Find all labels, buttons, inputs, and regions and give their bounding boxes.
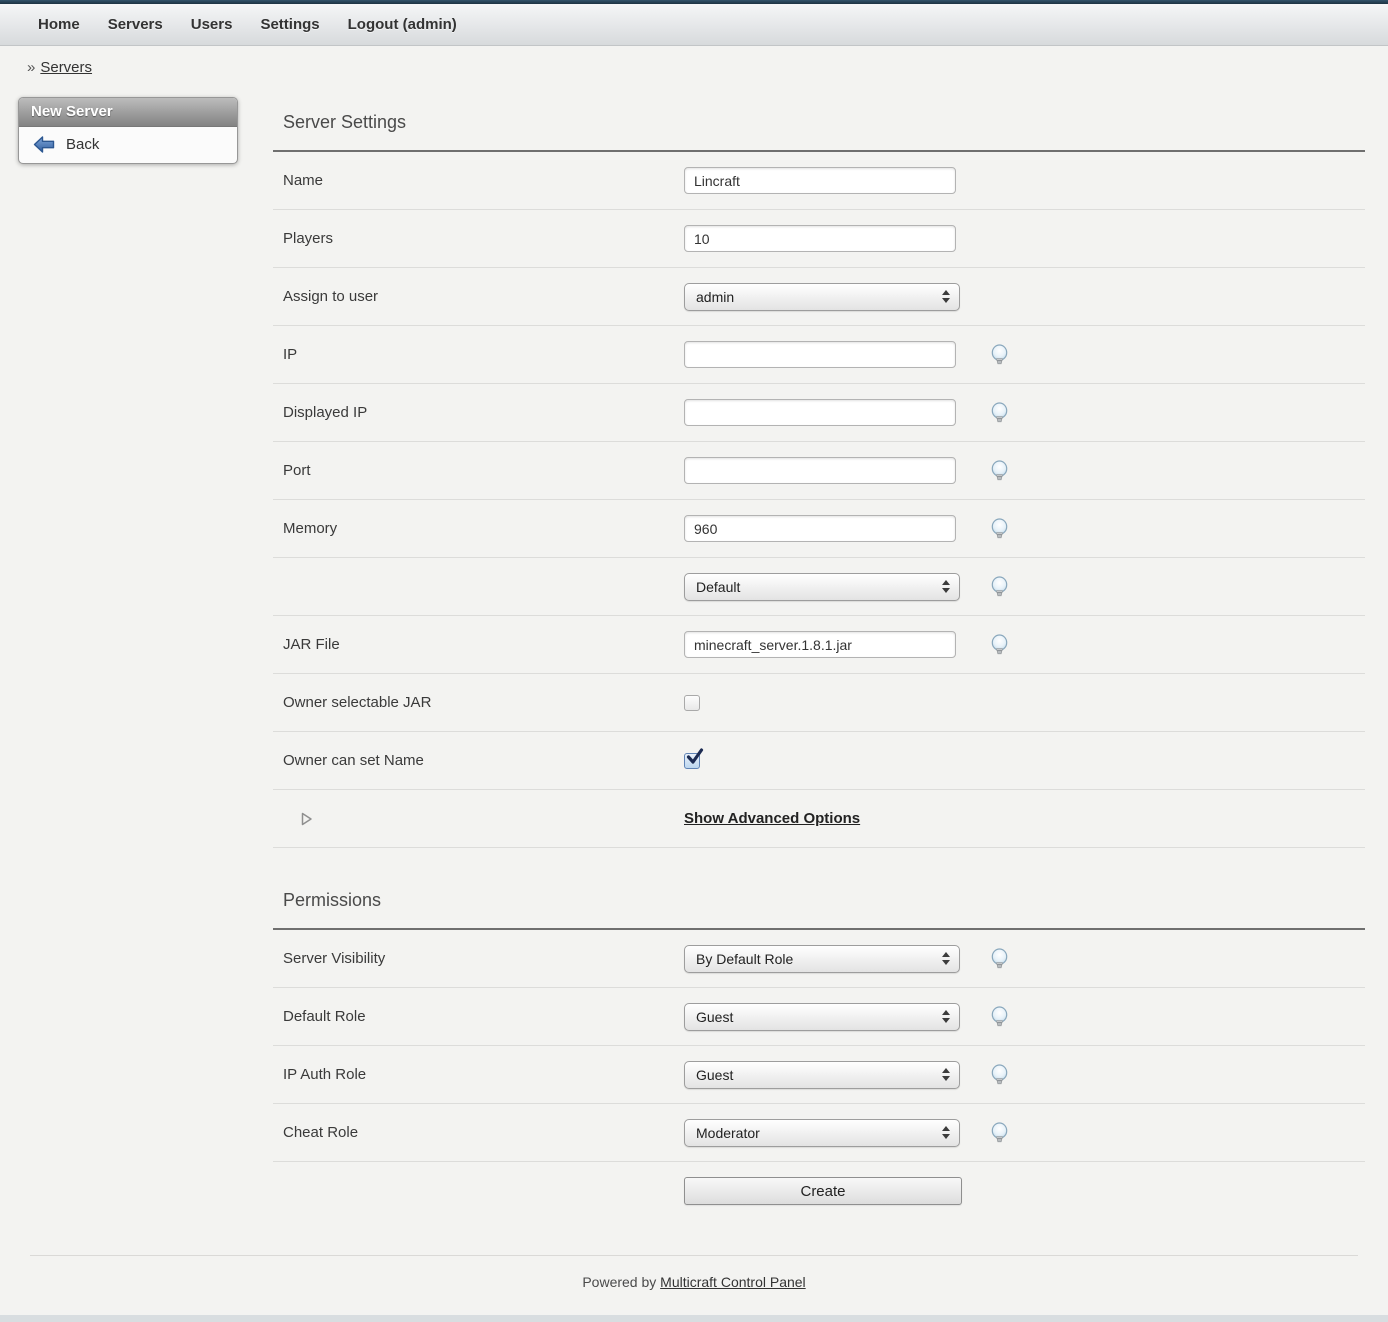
ip-auth-role-value: Guest [696, 1067, 733, 1083]
server-settings-heading: Server Settings [273, 106, 1365, 152]
row-ip-auth-role: IP Auth Role Guest [273, 1046, 1365, 1104]
row-cheat-role: Cheat Role Moderator [273, 1104, 1365, 1162]
server-settings-form: Server Settings Name Players Assign to u… [273, 106, 1365, 1220]
nav-item-home[interactable]: Home [24, 16, 94, 33]
row-owner-can-set-name: Owner can set Name [273, 732, 1365, 790]
nav-item-users[interactable]: Users [177, 16, 247, 33]
jar-file-tip-lightbulb-icon[interactable] [989, 634, 1010, 656]
server-visibility-label: Server Visibility [273, 950, 684, 967]
memory-tip-lightbulb-icon[interactable] [989, 518, 1010, 540]
back-label: Back [66, 136, 99, 153]
displayed-ip-tip-lightbulb-icon[interactable] [989, 402, 1010, 424]
ip-tip-lightbulb-icon[interactable] [989, 344, 1010, 366]
name-label: Name [273, 172, 684, 189]
up-down-stepper-icon [942, 1010, 950, 1023]
memory-label: Memory [273, 520, 684, 537]
row-name: Name [273, 152, 1365, 210]
nav-item-settings[interactable]: Settings [246, 16, 333, 33]
players-label: Players [273, 230, 684, 247]
default-role-tip-lightbulb-icon[interactable] [989, 1006, 1010, 1028]
footer: Powered by Multicraft Control Panel [0, 1274, 1388, 1290]
show-advanced-options-link[interactable]: Show Advanced Options [684, 810, 860, 827]
assign-to-user-value: admin [696, 289, 734, 305]
server-visibility-tip-lightbulb-icon[interactable] [989, 948, 1010, 970]
permissions-heading: Permissions [273, 884, 1365, 930]
owner-selectable-jar-label: Owner selectable JAR [273, 694, 684, 711]
row-jar-file: JAR File [273, 616, 1365, 674]
row-displayed-ip: Displayed IP [273, 384, 1365, 442]
jar-file-label: JAR File [273, 636, 684, 653]
breadcrumb-link-servers[interactable]: Servers [40, 59, 92, 76]
row-memory: Memory [273, 500, 1365, 558]
default-role-value: Guest [696, 1009, 733, 1025]
up-down-stepper-icon [942, 952, 950, 965]
row-server-visibility: Server Visibility By Default Role [273, 930, 1365, 988]
row-jar-preset: Default [273, 558, 1365, 616]
nav-item-logout[interactable]: Logout (admin) [334, 16, 471, 33]
up-down-stepper-icon [942, 1068, 950, 1081]
default-role-select[interactable]: Guest [684, 1003, 960, 1031]
triangle-right-icon[interactable] [301, 812, 684, 826]
ip-input[interactable] [684, 341, 956, 368]
ip-auth-role-tip-lightbulb-icon[interactable] [989, 1064, 1010, 1086]
back-button[interactable]: Back [29, 136, 227, 153]
up-down-stepper-icon [942, 1126, 950, 1139]
back-arrow-icon [33, 136, 55, 153]
server-visibility-select[interactable]: By Default Role [684, 945, 960, 973]
default-role-label: Default Role [273, 1008, 684, 1025]
create-button[interactable]: Create [684, 1177, 962, 1205]
breadcrumb: » Servers [27, 59, 1388, 76]
panel-title: New Server [19, 98, 237, 127]
displayed-ip-label: Displayed IP [273, 404, 684, 421]
checkmark-icon [685, 748, 704, 767]
memory-input[interactable] [684, 515, 956, 542]
displayed-ip-input[interactable] [684, 399, 956, 426]
jar-preset-select[interactable]: Default [684, 573, 960, 601]
port-input[interactable] [684, 457, 956, 484]
owner-can-set-name-label: Owner can set Name [273, 752, 684, 769]
nav-item-servers[interactable]: Servers [94, 16, 177, 33]
jar-preset-value: Default [696, 579, 740, 595]
ip-auth-role-select[interactable]: Guest [684, 1061, 960, 1089]
footer-divider [30, 1255, 1358, 1256]
cheat-role-label: Cheat Role [273, 1124, 684, 1141]
jar-file-input[interactable] [684, 631, 956, 658]
name-input[interactable] [684, 167, 956, 194]
cheat-role-value: Moderator [696, 1125, 760, 1141]
cheat-role-select[interactable]: Moderator [684, 1119, 960, 1147]
owner-can-set-name-checkbox[interactable] [684, 753, 700, 769]
port-tip-lightbulb-icon[interactable] [989, 460, 1010, 482]
players-input[interactable] [684, 225, 956, 252]
up-down-stepper-icon [942, 290, 950, 303]
assign-to-user-label: Assign to user [273, 288, 684, 305]
row-create: Create [273, 1162, 1365, 1220]
row-owner-selectable-jar: Owner selectable JAR [273, 674, 1365, 732]
main-nav: Home Servers Users Settings Logout (admi… [0, 4, 1388, 46]
bottom-strip [0, 1315, 1388, 1322]
powered-by-text: Powered by [582, 1274, 656, 1290]
up-down-stepper-icon [942, 580, 950, 593]
ip-label: IP [273, 346, 684, 363]
multicraft-link[interactable]: Multicraft Control Panel [660, 1274, 806, 1290]
row-advanced-options: Show Advanced Options [273, 790, 1365, 848]
breadcrumb-separator: » [27, 59, 35, 76]
ip-auth-role-label: IP Auth Role [273, 1066, 684, 1083]
cheat-role-tip-lightbulb-icon[interactable] [989, 1122, 1010, 1144]
row-players: Players [273, 210, 1365, 268]
owner-selectable-jar-checkbox[interactable] [684, 695, 700, 711]
new-server-panel: New Server Back [18, 97, 238, 164]
row-assign-to-user: Assign to user admin [273, 268, 1365, 326]
row-default-role: Default Role Guest [273, 988, 1365, 1046]
row-ip: IP [273, 326, 1365, 384]
server-visibility-value: By Default Role [696, 951, 793, 967]
assign-to-user-select[interactable]: admin [684, 283, 960, 311]
jar-preset-tip-lightbulb-icon[interactable] [989, 576, 1010, 598]
row-port: Port [273, 442, 1365, 500]
port-label: Port [273, 462, 684, 479]
